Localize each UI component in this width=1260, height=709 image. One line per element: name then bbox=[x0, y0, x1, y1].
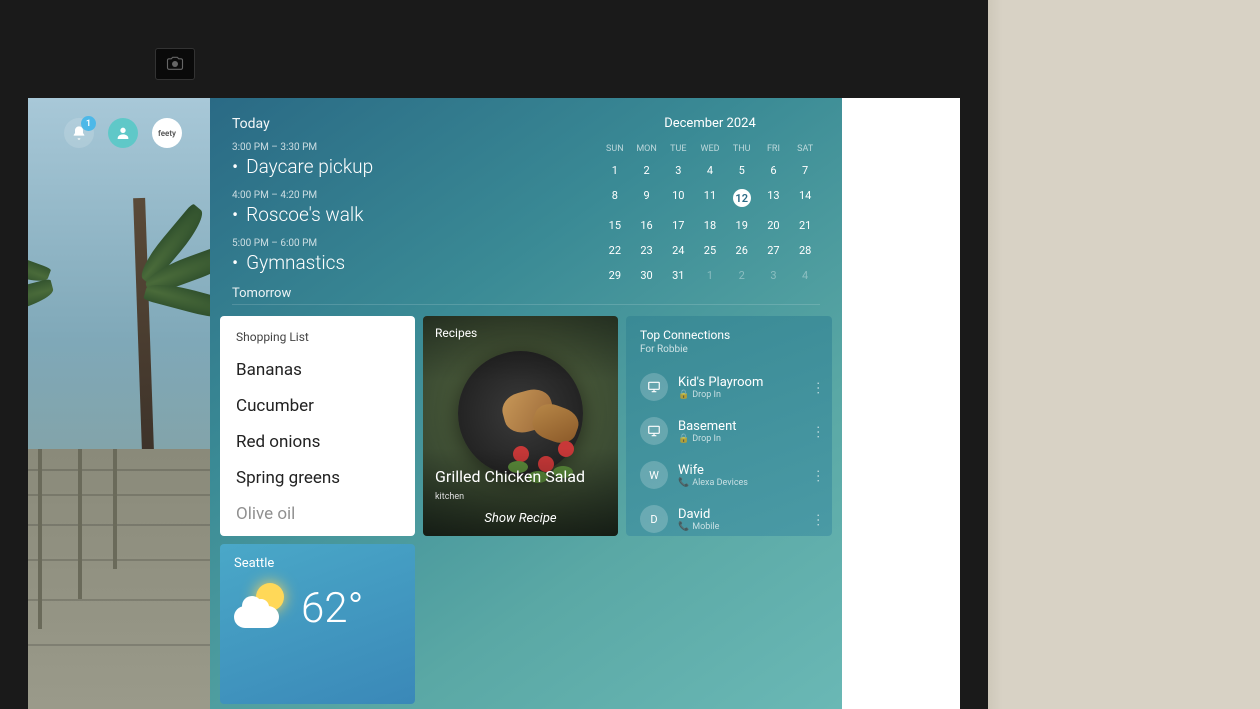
calendar-day[interactable]: 31 bbox=[663, 264, 693, 287]
more-icon[interactable]: ⋯ bbox=[810, 381, 826, 393]
list-item[interactable]: Olive oil bbox=[236, 496, 399, 532]
wall-background bbox=[980, 0, 1260, 709]
calendar-day[interactable]: 3 bbox=[663, 159, 693, 182]
calendar-day[interactable]: 4 bbox=[695, 159, 725, 182]
calendar-day[interactable]: 26 bbox=[727, 239, 757, 262]
show-recipe-button[interactable]: Show Recipe bbox=[423, 511, 618, 526]
more-icon[interactable]: ⋯ bbox=[810, 469, 826, 481]
monitor-icon bbox=[640, 373, 668, 401]
agenda-today-label: Today bbox=[232, 116, 580, 132]
monitor-icon bbox=[640, 417, 668, 445]
weather-widget[interactable]: Seattle 62° bbox=[220, 544, 415, 704]
calendar-day[interactable]: 21 bbox=[790, 214, 820, 237]
screen: 1 feety Today 3:00 PM – 3:30 PM Daycare … bbox=[28, 98, 960, 709]
calendar-day[interactable]: 18 bbox=[695, 214, 725, 237]
recipe-widget[interactable]: Recipes Grilled Chicken Salad kitchen Sh… bbox=[423, 316, 618, 536]
list-item[interactable]: Cucumber bbox=[236, 388, 399, 424]
calendar-day[interactable]: 2 bbox=[727, 264, 757, 287]
calendar-day[interactable]: 11 bbox=[695, 184, 725, 212]
calendar-day[interactable]: 12 bbox=[727, 184, 757, 212]
notification-badge: 1 bbox=[81, 116, 96, 131]
calendar-day[interactable]: 19 bbox=[727, 214, 757, 237]
calendar-day[interactable]: 16 bbox=[632, 214, 662, 237]
contact-initial-icon: W bbox=[640, 461, 668, 489]
calendar-day[interactable]: 29 bbox=[600, 264, 630, 287]
agenda-item[interactable]: 4:00 PM – 4:20 PM Roscoe's walk bbox=[232, 190, 580, 226]
calendar-day[interactable]: 3 bbox=[759, 264, 789, 287]
calendar-day[interactable]: 9 bbox=[632, 184, 662, 212]
profile-chip[interactable]: feety bbox=[152, 118, 182, 148]
connections-widget[interactable]: Top Connections For Robbie Kid's Playroo… bbox=[626, 316, 832, 536]
agenda-item[interactable]: 5:00 PM – 6:00 PM Gymnastics bbox=[232, 238, 580, 274]
user-avatar[interactable] bbox=[108, 118, 138, 148]
shopping-list-widget[interactable]: Shopping List Bananas Cucumber Red onion… bbox=[220, 316, 415, 536]
calendar-day[interactable]: 5 bbox=[727, 159, 757, 182]
calendar-day[interactable]: 8 bbox=[600, 184, 630, 212]
calendar-day[interactable]: 14 bbox=[790, 184, 820, 212]
calendar-day[interactable]: 4 bbox=[790, 264, 820, 287]
calendar-day[interactable]: 1 bbox=[600, 159, 630, 182]
connection-item[interactable]: DDavid📞 Mobile⋯ bbox=[640, 497, 824, 536]
status-bar: 1 feety bbox=[64, 118, 182, 148]
calendar-day[interactable]: 2 bbox=[632, 159, 662, 182]
weather-partly-cloudy-icon bbox=[234, 581, 289, 636]
calendar-day[interactable]: 6 bbox=[759, 159, 789, 182]
calendar-day[interactable]: 20 bbox=[759, 214, 789, 237]
more-icon[interactable]: ⋯ bbox=[810, 513, 826, 525]
calendar-day[interactable]: 17 bbox=[663, 214, 693, 237]
calendar-day[interactable]: 24 bbox=[663, 239, 693, 262]
dashboard-panel: Today 3:00 PM – 3:30 PM Daycare pickup 4… bbox=[210, 98, 842, 709]
calendar-day[interactable]: 28 bbox=[790, 239, 820, 262]
calendar-widget[interactable]: Today 3:00 PM – 3:30 PM Daycare pickup 4… bbox=[210, 98, 842, 308]
connection-item[interactable]: WWife📞 Alexa Devices⋯ bbox=[640, 453, 824, 497]
connection-item[interactable]: Basement🔒 Drop In⋯ bbox=[640, 409, 824, 453]
list-item[interactable]: Bananas bbox=[236, 352, 399, 388]
device-frame: 1 feety Today 3:00 PM – 3:30 PM Daycare … bbox=[0, 0, 988, 709]
list-item[interactable]: Red onions bbox=[236, 424, 399, 460]
calendar-day[interactable]: 15 bbox=[600, 214, 630, 237]
calendar-day[interactable]: 10 bbox=[663, 184, 693, 212]
notifications-button[interactable]: 1 bbox=[64, 118, 94, 148]
agenda-tomorrow-label: Tomorrow bbox=[232, 286, 580, 301]
calendar-day[interactable]: 30 bbox=[632, 264, 662, 287]
camera-icon bbox=[155, 48, 195, 80]
calendar-day[interactable]: 13 bbox=[759, 184, 789, 212]
calendar-day[interactable]: 23 bbox=[632, 239, 662, 262]
calendar-day[interactable]: 22 bbox=[600, 239, 630, 262]
list-item[interactable]: Spring greens bbox=[236, 460, 399, 496]
more-icon[interactable]: ⋯ bbox=[810, 425, 826, 437]
mini-calendar[interactable]: December 2024 SUNMONTUEWEDTHUFRISAT12345… bbox=[600, 116, 820, 290]
connection-item[interactable]: Kid's Playroom🔒 Drop In⋯ bbox=[640, 365, 824, 409]
calendar-day[interactable]: 27 bbox=[759, 239, 789, 262]
contact-initial-icon: D bbox=[640, 505, 668, 533]
calendar-day[interactable]: 1 bbox=[695, 264, 725, 287]
agenda-item[interactable]: 3:00 PM – 3:30 PM Daycare pickup bbox=[232, 142, 580, 178]
calendar-day[interactable]: 25 bbox=[695, 239, 725, 262]
calendar-day[interactable]: 7 bbox=[790, 159, 820, 182]
divider bbox=[232, 304, 820, 305]
